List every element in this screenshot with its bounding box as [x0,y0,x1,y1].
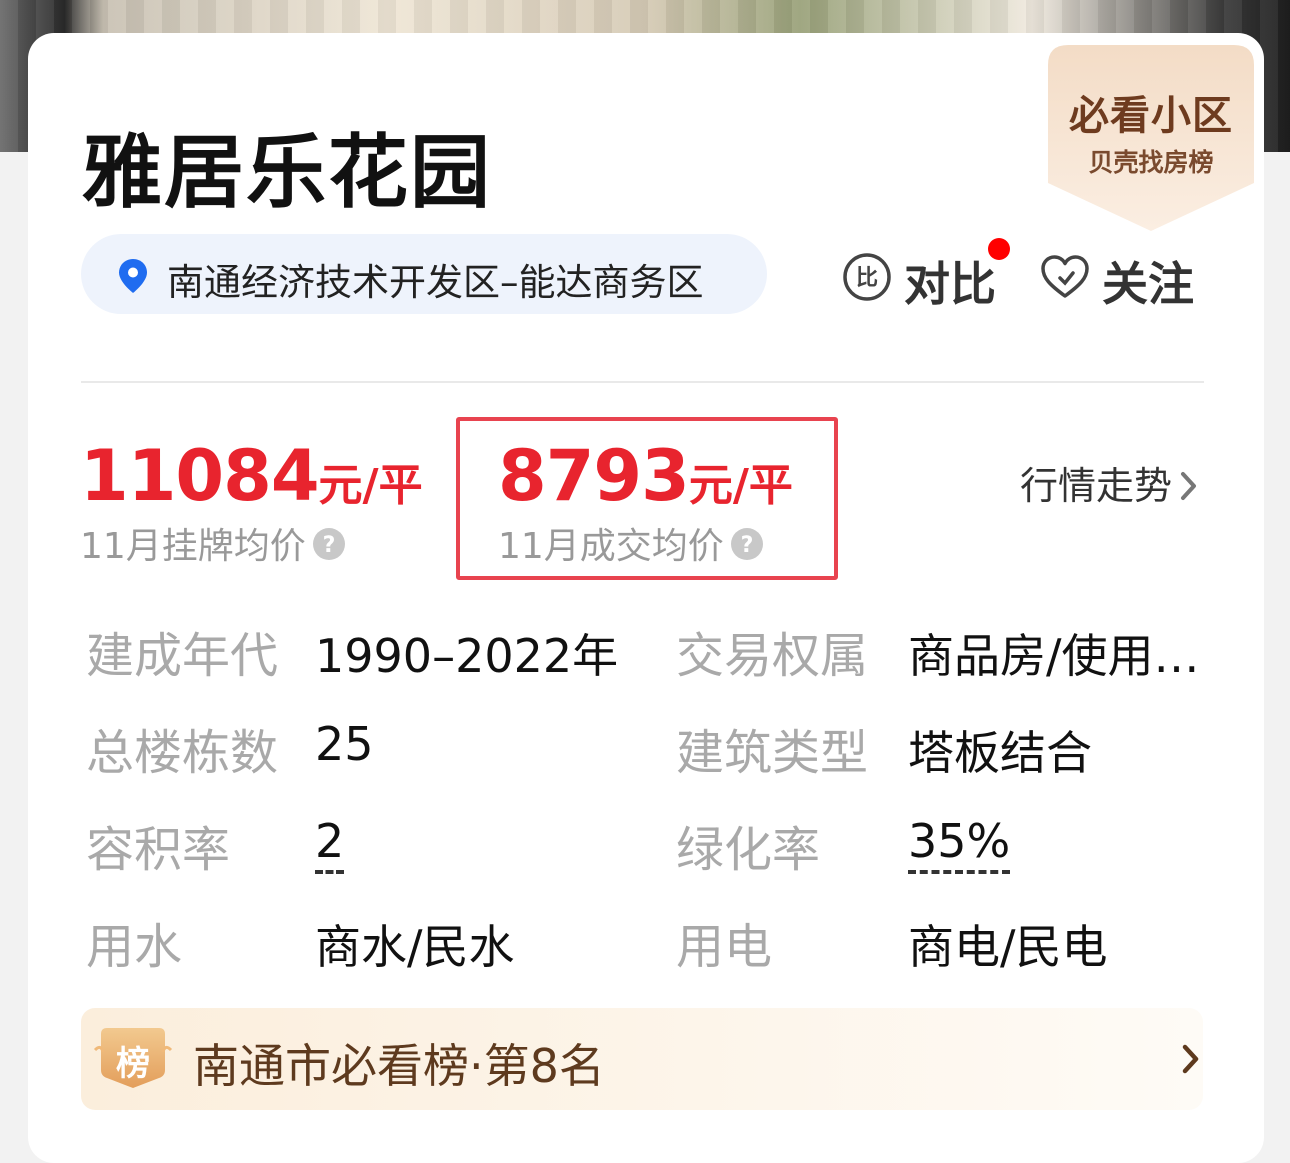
info-value-building-count: 25 [315,717,374,771]
info-value-greening-rate[interactable]: 35% [908,814,1011,874]
follow-label: 关注 [1102,257,1194,311]
market-trend-link[interactable]: 行情走势 [1020,455,1198,510]
market-trend-label: 行情走势 [1020,464,1173,508]
info-label-building-count: 总楼栋数 [86,725,279,781]
listing-price-unit: 元/平 [318,460,423,511]
help-icon[interactable]: ? [730,527,764,561]
compare-icon-glyph: 比 [856,266,878,291]
info-value-build-year: 1990–2022年 [315,629,619,683]
listing-price-label: 11月挂牌均价 [80,526,306,567]
community-title: 雅居乐花园 [82,126,492,219]
info-label-plot-ratio: 容积率 [86,822,231,878]
ranking-text: 南通市必看榜·第8名 [193,1039,605,1093]
location-pill[interactable]: 南通经济技术开发区–能达商务区 [81,234,767,314]
info-label-greening-rate: 绿化率 [676,822,821,878]
compare-label: 对比 [904,257,996,311]
info-label-electricity: 用电 [676,919,773,975]
listing-price-block[interactable]: 11084元/平 11月挂牌均价? [80,435,423,569]
info-value-plot-ratio[interactable]: 2 [315,814,345,874]
must-see-badge[interactable]: 必看小区 贝壳找房榜 [1048,45,1254,231]
info-label-build-year: 建成年代 [86,628,279,684]
ranking-icon: 榜 [93,1024,173,1092]
info-label-ownership: 交易权属 [676,628,869,684]
svg-text:?: ? [740,533,753,558]
listing-price-value: 11084 [80,435,320,517]
heart-icon [1041,255,1089,298]
deal-price-unit: 元/平 [688,460,793,511]
info-value-electricity: 商电/民电 [908,920,1108,974]
info-label-water: 用水 [86,919,183,975]
ranking-banner[interactable]: 榜 南通市必看榜·第8名 [81,1008,1203,1110]
info-label-building-type: 建筑类型 [676,725,869,781]
chevron-right-icon [1181,471,1197,500]
deal-price-value: 8793 [498,435,690,517]
divider [81,381,1204,383]
svg-text:?: ? [322,533,335,558]
badge-title: 必看小区 [1069,93,1233,139]
compare-icon: 比 [843,253,891,301]
chevron-right-icon [1182,1044,1199,1074]
help-icon[interactable]: ? [312,527,346,561]
badge-subtitle: 贝壳找房榜 [1088,148,1214,177]
ranking-icon-text: 榜 [116,1044,150,1084]
location-text: 南通经济技术开发区–能达商务区 [167,261,704,304]
info-value-ownership[interactable]: 商品房/使用… [908,620,1200,686]
info-value-building-type: 塔板结合 [908,726,1092,780]
notification-dot [988,238,1010,260]
info-value-water: 商水/民水 [315,920,515,974]
location-pin-icon [119,259,147,293]
deal-price-block[interactable]: 8793元/平 11月成交均价? [498,435,793,569]
deal-price-label: 11月成交均价 [498,526,724,567]
community-card: 必看小区 贝壳找房榜 雅居乐花园 南通经济技术开发区–能达商务区 比 对比 关注… [28,33,1264,1163]
